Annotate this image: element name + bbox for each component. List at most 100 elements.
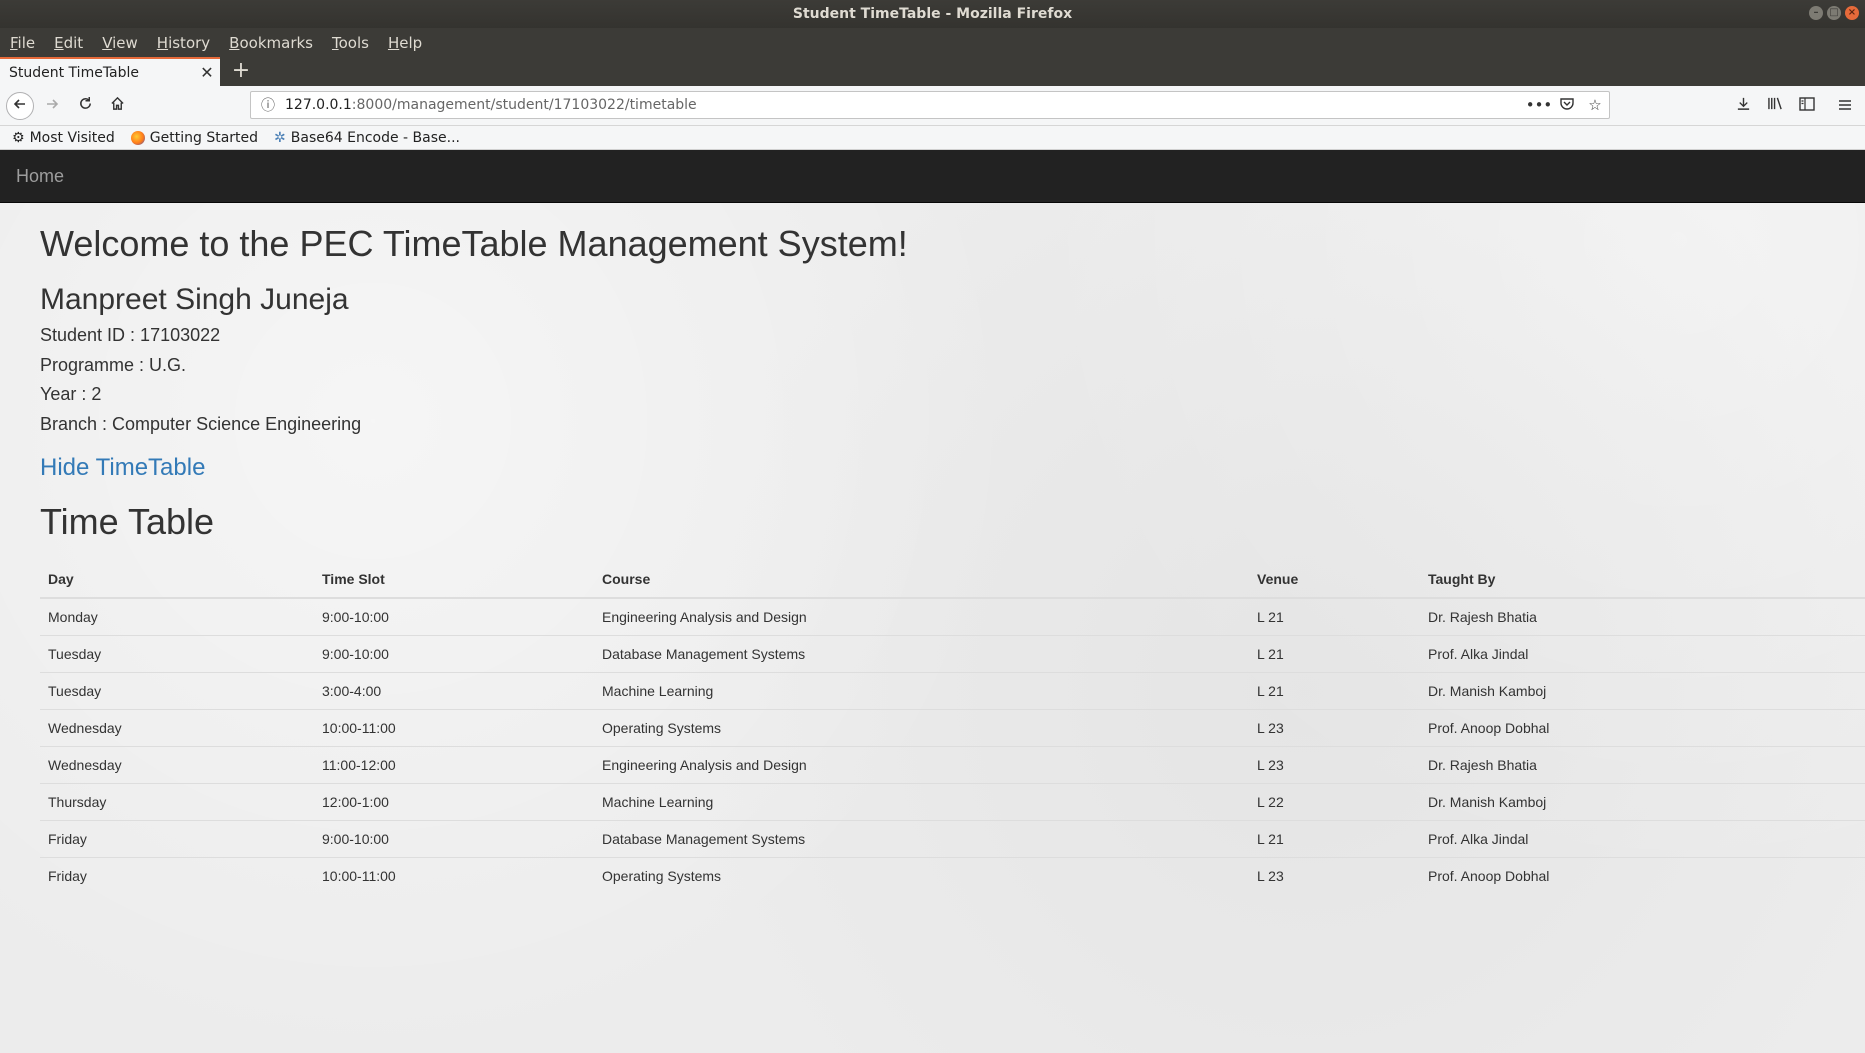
cell-course: Database Management Systems xyxy=(594,635,1249,673)
table-header-row: Day Time Slot Course Venue Taught By xyxy=(40,561,1865,600)
menu-history[interactable]: History xyxy=(151,34,216,52)
cell-day: Friday xyxy=(40,857,314,895)
cell-time-slot: 9:00-10:00 xyxy=(314,635,594,673)
bookmark-star-icon[interactable]: ☆ xyxy=(1581,96,1609,114)
bookmark-label: Getting Started xyxy=(149,129,259,146)
menu-file[interactable]: File xyxy=(4,34,41,52)
maximize-button[interactable]: □ xyxy=(1827,6,1841,20)
table-row: Wednesday 11:00-12:00 Engineering Analys… xyxy=(40,746,1865,784)
downloads-icon[interactable] xyxy=(1728,92,1758,120)
new-tab-button[interactable]: + xyxy=(228,57,254,86)
tab-close-icon[interactable]: ✕ xyxy=(194,63,220,82)
cell-venue: L 21 xyxy=(1249,635,1420,673)
page-viewport: Home Welcome to the PEC TimeTable Manage… xyxy=(0,150,1865,1053)
tab-bar: Student TimeTable ✕ + xyxy=(0,57,1865,86)
cell-time-slot: 12:00-1:00 xyxy=(314,783,594,821)
minimize-button[interactable]: – xyxy=(1809,6,1823,20)
menu-tools[interactable]: Tools xyxy=(326,34,375,52)
menu-bookmarks[interactable]: Bookmarks xyxy=(223,34,319,52)
column-header-taught-by: Taught By xyxy=(1420,561,1865,600)
table-row: Monday 9:00-10:00 Engineering Analysis a… xyxy=(40,597,1865,636)
sidebar-icon[interactable] xyxy=(1792,92,1822,120)
cell-venue: L 21 xyxy=(1249,820,1420,858)
menu-view[interactable]: View xyxy=(96,34,144,52)
cell-taught-by: Prof. Alka Jindal xyxy=(1420,820,1865,858)
cell-time-slot: 9:00-10:00 xyxy=(314,597,594,636)
nav-toolbar: ⓘ 127.0.0.1 :8000/management/student/171… xyxy=(0,86,1865,126)
menubar: File Edit View History Bookmarks Tools H… xyxy=(0,28,1865,57)
url-bar[interactable]: ⓘ 127.0.0.1 :8000/management/student/171… xyxy=(250,91,1610,119)
firefox-icon xyxy=(130,130,145,145)
cell-venue: L 21 xyxy=(1249,672,1420,710)
cell-day: Monday xyxy=(40,597,314,636)
column-header-venue: Venue xyxy=(1249,561,1420,600)
menu-help[interactable]: Help xyxy=(382,34,428,52)
page-actions-icon[interactable]: ••• xyxy=(1525,96,1553,114)
bookmark-getting-started[interactable]: Getting Started xyxy=(130,129,259,146)
navbar-home-link[interactable]: Home xyxy=(16,166,64,187)
bookmarks-toolbar: ⚙ Most Visited Getting Started ✲ Base64 … xyxy=(0,126,1865,150)
column-header-time-slot: Time Slot xyxy=(314,561,594,600)
cell-day: Tuesday xyxy=(40,672,314,710)
bookmark-label: Most Visited xyxy=(29,129,115,146)
table-row: Tuesday 9:00-10:00 Database Management S… xyxy=(40,635,1865,673)
student-branch: Branch : Computer Science Engineering xyxy=(40,413,362,434)
cell-time-slot: 3:00-4:00 xyxy=(314,672,594,710)
student-name: Manpreet Singh Juneja xyxy=(40,283,349,317)
cell-day: Tuesday xyxy=(40,635,314,673)
cell-taught-by: Prof. Anoop Dobhal xyxy=(1420,857,1865,895)
library-icon[interactable] xyxy=(1760,92,1790,120)
cell-venue: L 23 xyxy=(1249,857,1420,895)
student-year: Year : 2 xyxy=(40,384,102,405)
table-row: Wednesday 10:00-11:00 Operating Systems … xyxy=(40,709,1865,747)
cell-taught-by: Prof. Anoop Dobhal xyxy=(1420,709,1865,747)
cell-course: Engineering Analysis and Design xyxy=(594,597,1249,636)
cell-venue: L 23 xyxy=(1249,709,1420,747)
cell-course: Engineering Analysis and Design xyxy=(594,746,1249,784)
cell-taught-by: Dr. Manish Kamboj xyxy=(1420,783,1865,821)
tab-student-timetable[interactable]: Student TimeTable ✕ xyxy=(0,57,220,86)
cell-course: Machine Learning xyxy=(594,783,1249,821)
bookmark-most-visited[interactable]: ⚙ Most Visited xyxy=(12,130,115,146)
gear-icon: ⚙ xyxy=(12,129,25,146)
bookmark-label: Base64 Encode - Base... xyxy=(290,129,460,146)
cell-time-slot: 10:00-11:00 xyxy=(314,857,594,895)
column-header-course: Course xyxy=(594,561,1249,600)
cell-taught-by: Dr. Rajesh Bhatia xyxy=(1420,746,1865,784)
home-icon xyxy=(110,96,124,110)
site-info-icon[interactable]: ⓘ xyxy=(251,95,285,115)
cell-day: Wednesday xyxy=(40,746,314,784)
forward-arrow-icon xyxy=(47,99,59,109)
reload-button[interactable] xyxy=(71,92,99,120)
menu-edit[interactable]: Edit xyxy=(48,34,89,52)
back-button[interactable] xyxy=(6,92,34,120)
column-header-day: Day xyxy=(40,561,314,600)
student-info: Student ID : 17103022 Programme : U.G. Y… xyxy=(40,324,1840,442)
table-row: Friday 10:00-11:00 Operating Systems L 2… xyxy=(40,857,1865,895)
timetable-heading: Time Table xyxy=(40,501,215,543)
cell-time-slot: 9:00-10:00 xyxy=(314,820,594,858)
window-controls: – □ × xyxy=(1809,6,1859,20)
cell-day: Wednesday xyxy=(40,709,314,747)
timetable-table: Day Time Slot Course Venue Taught By Mon… xyxy=(40,561,1865,895)
base64-site-icon: ✲ xyxy=(274,129,286,146)
student-id: Student ID : 17103022 xyxy=(40,325,221,346)
hide-timetable-link[interactable]: Hide TimeTable xyxy=(40,454,205,482)
close-window-button[interactable]: × xyxy=(1845,6,1859,20)
cell-day: Friday xyxy=(40,820,314,858)
table-row: Tuesday 3:00-4:00 Machine Learning L 21 … xyxy=(40,672,1865,710)
bookmark-base64[interactable]: ✲ Base64 Encode - Base... xyxy=(274,130,460,146)
cell-venue: L 22 xyxy=(1249,783,1420,821)
pocket-icon[interactable] xyxy=(1553,96,1581,114)
student-programme: Programme : U.G. xyxy=(40,354,187,375)
reload-icon xyxy=(79,96,91,109)
cell-taught-by: Dr. Rajesh Bhatia xyxy=(1420,597,1865,636)
forward-button[interactable] xyxy=(38,92,66,120)
cell-day: Thursday xyxy=(40,783,314,821)
hamburger-menu-icon[interactable] xyxy=(1830,92,1860,120)
home-button[interactable] xyxy=(103,92,131,120)
window-title: Student TimeTable - Mozilla Firefox xyxy=(792,6,1073,22)
window-titlebar: Student TimeTable - Mozilla Firefox – □ … xyxy=(0,0,1865,28)
url-path: :8000/management/student/17103022/timeta… xyxy=(351,97,697,113)
url-host: 127.0.0.1 xyxy=(285,97,352,113)
